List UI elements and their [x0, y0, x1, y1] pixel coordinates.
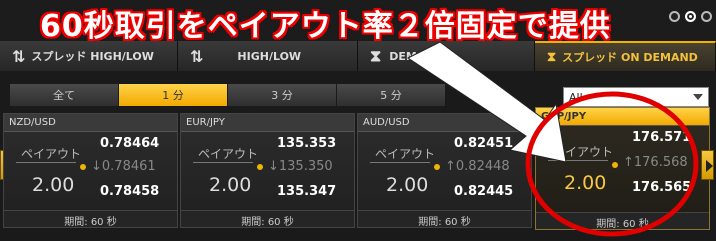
asset-card-gbpjpy[interactable]: GBP/JPY ペイアウト 2.00 176.571 ↑176.568 176.…: [535, 107, 710, 230]
payout-divider: [193, 162, 253, 163]
payout-divider: [16, 162, 76, 163]
mode-tabs: ⇅ スプレッド HIGH/LOW ⇅ HIGH/LOW ⧗ DEMAND ⧗ ス…: [0, 41, 716, 71]
asset-card-nzdusd[interactable]: NZD/USD ペイアウト 2.00 0.78464 ↓0.78461 0.78…: [3, 113, 178, 228]
price-high[interactable]: 176.571: [632, 130, 691, 145]
payout-label: ペイアウト: [375, 147, 436, 161]
price-dot-icon: [257, 164, 263, 170]
pager-dot[interactable]: [669, 11, 680, 22]
tab-time-5min[interactable]: 5 分: [337, 84, 446, 106]
tab-time-1min[interactable]: 1 分: [119, 84, 228, 106]
updown-arrows-icon: ⇅: [12, 46, 26, 66]
tab-time-3min[interactable]: 3 分: [228, 84, 337, 106]
price-low[interactable]: 0.78458: [100, 184, 159, 199]
card-period: 期間: 60 秒: [536, 212, 709, 230]
card-pair: GBP/JPY: [536, 108, 709, 126]
pager-dot[interactable]: [701, 11, 712, 22]
hourglass-icon: ⧗: [547, 49, 557, 65]
price-dot-icon: [80, 164, 86, 170]
price-current: ↑176.568: [623, 155, 688, 170]
next-arrow-button[interactable]: [701, 150, 714, 180]
price-high[interactable]: 0.78464: [100, 136, 159, 151]
asset-card-eurjpy[interactable]: EUR/JPY ペイアウト 2.00 135.353 ↓135.350 135.…: [180, 113, 355, 228]
card-pair: AUD/USD: [358, 114, 531, 132]
banner: 60秒取引をペイアウト率２倍固定で提供: [0, 0, 716, 44]
payout-value: 2.00: [32, 174, 75, 196]
payout-value: 2.00: [209, 174, 252, 196]
price-dot-icon: [434, 164, 440, 170]
tab-on-demand[interactable]: ⧗ DEMAND: [358, 41, 535, 71]
price-current: ↓0.78461: [91, 159, 156, 174]
payout-value: 2.00: [386, 174, 429, 196]
price-low[interactable]: 0.82445: [454, 184, 513, 199]
tab-spread-highlow[interactable]: ⇅ スプレッド HIGH/LOW: [0, 41, 178, 71]
filter-select[interactable]: All: [563, 87, 709, 107]
updown-arrows-icon: ⇅: [190, 46, 204, 66]
card-period: 期間: 60 秒: [358, 210, 531, 228]
tab-label: DEMAND: [389, 49, 444, 63]
payout-divider: [370, 162, 430, 163]
tab-spread-on-demand[interactable]: ⧗ スプレッド ON DEMAND: [535, 41, 716, 71]
price-current: ↓135.350: [268, 159, 333, 174]
price-high[interactable]: 135.353: [277, 136, 336, 151]
chevron-down-icon: [693, 94, 703, 100]
tab-label: スプレッド HIGH/LOW: [31, 50, 154, 63]
price-low[interactable]: 135.347: [277, 184, 336, 199]
hourglass-icon: ⧗: [370, 46, 382, 65]
filter-select-value: All: [569, 90, 583, 104]
card-period: 期間: 60 秒: [181, 210, 354, 228]
payout-label: ペイアウト: [21, 147, 82, 161]
card-pair: EUR/JPY: [181, 114, 354, 132]
payout-value: 2.00: [564, 172, 607, 194]
arrow-right-icon: [706, 160, 713, 172]
payout-label: ペイアウト: [553, 145, 614, 159]
price-current: ↑0.82448: [445, 159, 510, 174]
payout-label: ペイアウト: [198, 147, 259, 161]
tab-label: HIGH/LOW: [237, 49, 302, 63]
pager-dots: [669, 11, 712, 22]
asset-card-audusd[interactable]: AUD/USD ペイアウト 2.00 0.82451 ↑0.82448 0.82…: [357, 113, 532, 228]
price-high[interactable]: 0.82451: [454, 136, 513, 151]
time-tabs: 全て 1 分 3 分 5 分: [10, 84, 446, 106]
tab-time-all[interactable]: 全て: [10, 84, 119, 106]
card-period: 期間: 60 秒: [4, 210, 177, 228]
banner-title: 60秒取引をペイアウト率２倍固定で提供: [40, 9, 611, 44]
tab-highlow[interactable]: ⇅ HIGH/LOW: [178, 41, 358, 71]
payout-divider: [548, 160, 608, 161]
price-dot-icon: [612, 162, 618, 168]
card-pair: NZD/USD: [4, 114, 177, 132]
price-low[interactable]: 176.565: [632, 180, 691, 195]
tab-label: スプレッド ON DEMAND: [562, 51, 698, 64]
pager-dot-active[interactable]: [685, 11, 696, 22]
